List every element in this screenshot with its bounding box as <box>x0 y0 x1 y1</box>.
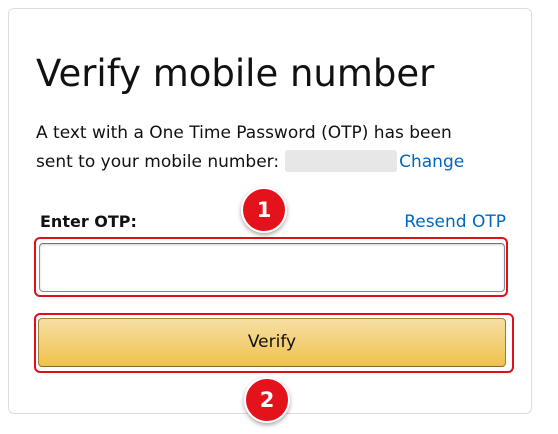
step-badge-1: 1 <box>241 187 287 233</box>
step-badge-2: 2 <box>244 377 290 423</box>
description-line-2: sent to your mobile number: <box>36 152 280 172</box>
otp-input[interactable] <box>39 243 505 292</box>
masked-phone-number <box>285 150 398 172</box>
otp-label: Enter OTP: <box>40 212 137 231</box>
otp-description: A text with a One Time Password (OTP) ha… <box>36 119 506 177</box>
change-number-link[interactable]: Change <box>399 152 464 172</box>
resend-otp-link[interactable]: Resend OTP <box>404 209 506 235</box>
description-line-1: A text with a One Time Password (OTP) ha… <box>36 123 452 143</box>
page-title: Verify mobile number <box>36 52 435 95</box>
verify-button[interactable]: Verify <box>38 318 506 367</box>
